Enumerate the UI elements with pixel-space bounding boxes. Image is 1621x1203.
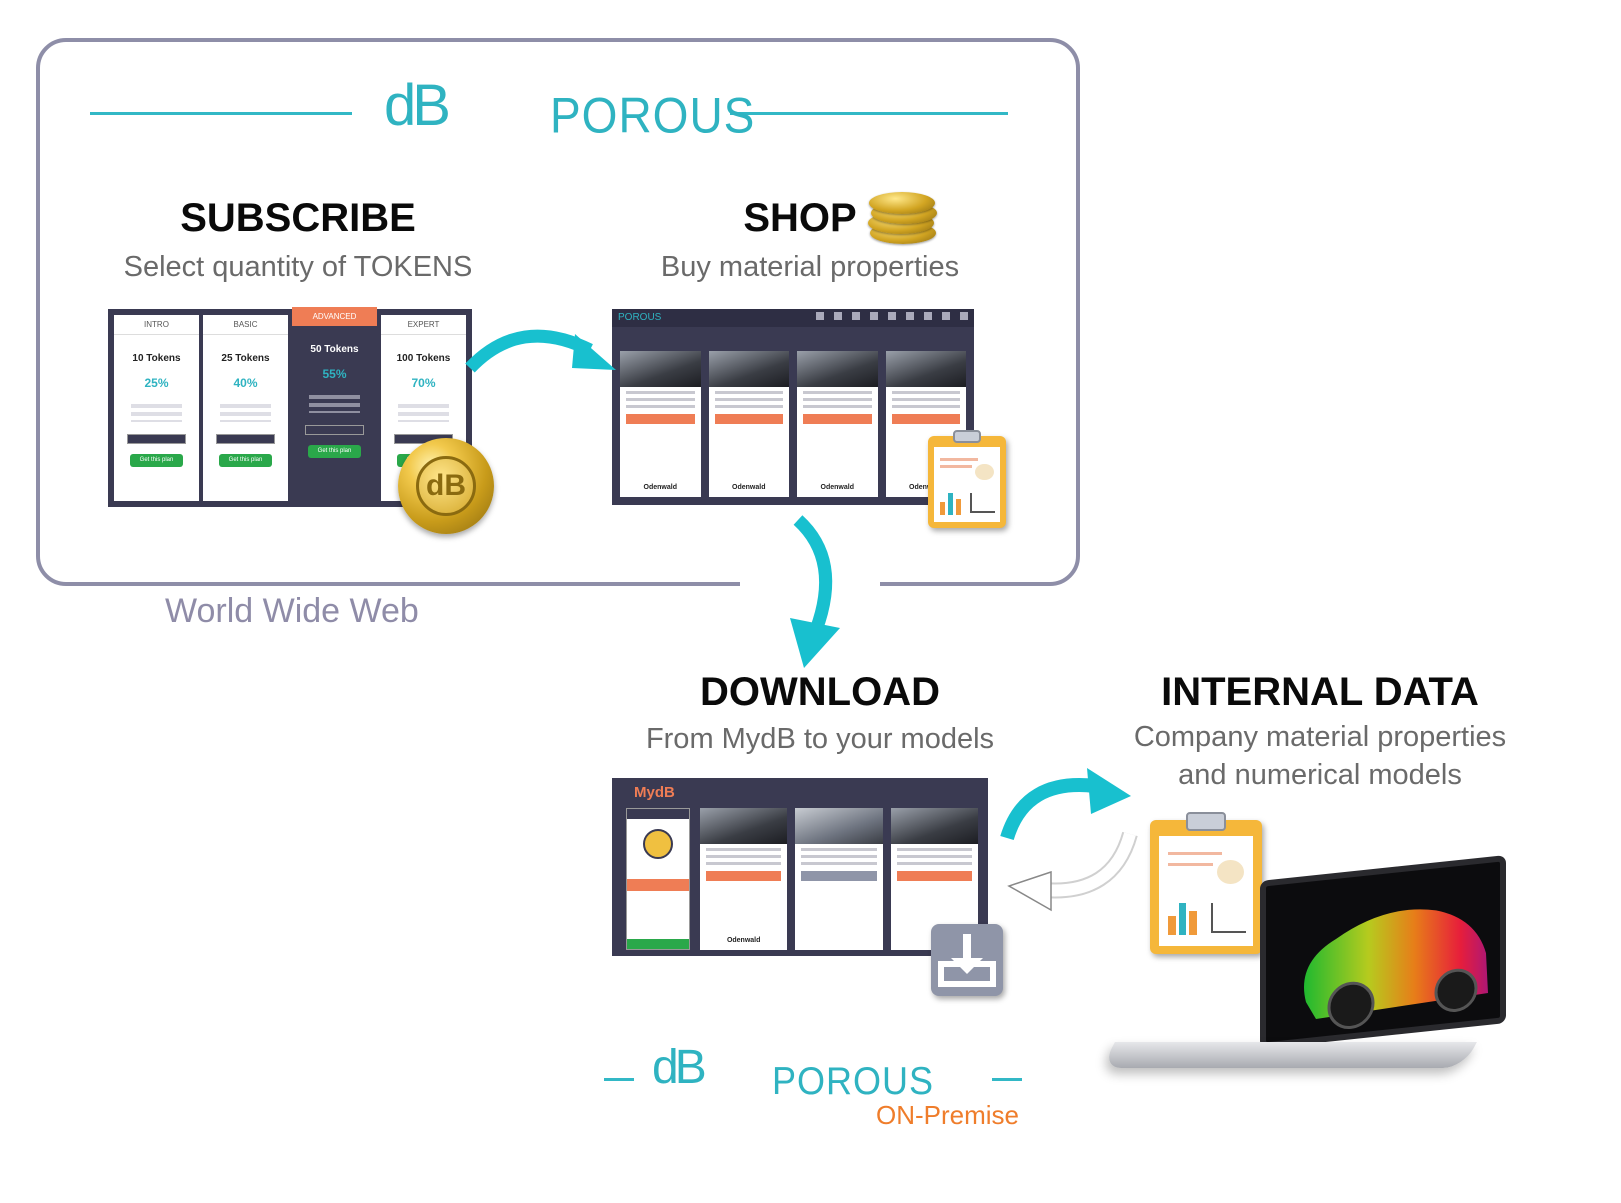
- laptop-screen: [1260, 855, 1506, 1049]
- arrow-shop-to-download: [790, 515, 840, 668]
- plan-name: INTRO: [114, 315, 199, 335]
- brand-line-right: [992, 1078, 1022, 1081]
- car-mesh-image: [1304, 909, 1488, 1029]
- mydb-sidebar: [626, 808, 690, 950]
- shop-subtitle: Buy material properties: [660, 251, 960, 283]
- material-card[interactable]: Odenwald: [700, 808, 788, 950]
- subscribe-subtitle: Select quantity of TOKENS: [123, 251, 473, 283]
- plan-blurred-text: [309, 395, 360, 413]
- plan-tokens: 100 Tokens: [396, 353, 451, 364]
- shop-navbar: POROUS: [612, 309, 974, 327]
- shop-logo: POROUS: [618, 312, 662, 323]
- material-card[interactable]: [795, 808, 883, 950]
- download-subtitle: From MydB to your models: [645, 723, 995, 755]
- card-brand: Odenwald: [726, 937, 761, 944]
- card-brand: Odenwald: [820, 484, 854, 491]
- plan-tokens: 10 Tokens: [132, 353, 181, 364]
- brand-db-logo: dB: [384, 73, 451, 138]
- coin-db-mark: dB: [416, 456, 476, 516]
- get-plan-button[interactable]: Get this plan: [130, 454, 183, 467]
- shop-nav-icons: [816, 312, 968, 320]
- plan-discount: 70%: [411, 376, 436, 390]
- plan-name: ADVANCED: [292, 307, 377, 326]
- mydb-title: MydB: [634, 784, 675, 801]
- plan-tokens: 50 Tokens: [310, 344, 359, 355]
- on-premise-label: ON-Premise: [876, 1100, 1020, 1130]
- shop-card-row: Odenwald Odenwald Odenwald Odenwald: [612, 347, 974, 501]
- get-plan-button[interactable]: Get this plan: [308, 445, 361, 458]
- material-card[interactable]: Odenwald: [620, 351, 701, 497]
- plan-chip: [304, 425, 365, 435]
- download-icon: [931, 924, 1003, 996]
- card-brand: Odenwald: [732, 484, 766, 491]
- plan-blurred-text: [220, 404, 271, 422]
- brand-porous-logo: POROUS: [550, 86, 756, 144]
- plan-discount: 40%: [233, 376, 258, 390]
- get-plan-button[interactable]: Get this plan: [219, 454, 272, 467]
- plan-discount: 25%: [144, 376, 169, 390]
- plan-chip: [215, 434, 276, 444]
- brand-line-right: [730, 112, 1008, 115]
- clipboard-report-icon: [928, 430, 1006, 528]
- internal-data-title: INTERNAL DATA: [1161, 670, 1479, 714]
- brand-porous-logo: POROUS: [772, 1058, 935, 1103]
- plan-blurred-text: [131, 404, 182, 422]
- clipboard-report-icon: [1150, 811, 1262, 954]
- plan-tokens: 25 Tokens: [221, 353, 270, 364]
- internal-data-subtitle-1: Company material properties: [1133, 721, 1507, 753]
- laptop-icon: [1101, 1042, 1477, 1068]
- material-card[interactable]: Odenwald: [797, 351, 878, 497]
- brand-line-left: [90, 112, 352, 115]
- internal-data-subtitle-2: and numerical models: [1178, 759, 1462, 791]
- plan-chip: [126, 434, 187, 444]
- plan-discount: 55%: [322, 367, 347, 381]
- plan-basic: BASIC 25 Tokens 40% Get this plan: [203, 315, 288, 501]
- plan-name: BASIC: [203, 315, 288, 335]
- brand-db-logo: dB: [652, 1041, 707, 1094]
- plan-name: EXPERT: [381, 315, 466, 335]
- arrow-subscribe-to-shop: [465, 329, 616, 373]
- card-brand: Odenwald: [643, 484, 677, 491]
- plan-intro: INTRO 10 Tokens 25% Get this plan: [114, 315, 199, 501]
- plan-blurred-text: [398, 404, 449, 422]
- avatar: [643, 829, 673, 859]
- download-title: DOWNLOAD: [700, 670, 940, 714]
- web-label: World Wide Web: [165, 592, 419, 630]
- coin-icon: dB: [398, 438, 494, 534]
- subscribe-title: SUBSCRIBE: [180, 196, 416, 240]
- plan-advanced: ADVANCED 50 Tokens 55% Get this plan: [292, 307, 377, 501]
- shop-screenshot: POROUS Odenwald Odenwald Odenwald Odenwa…: [612, 309, 974, 505]
- brand-line-left: [604, 1078, 634, 1081]
- shop-toolbar: [612, 327, 974, 347]
- material-card[interactable]: Odenwald: [708, 351, 789, 497]
- coin-stack-icon: [868, 188, 938, 244]
